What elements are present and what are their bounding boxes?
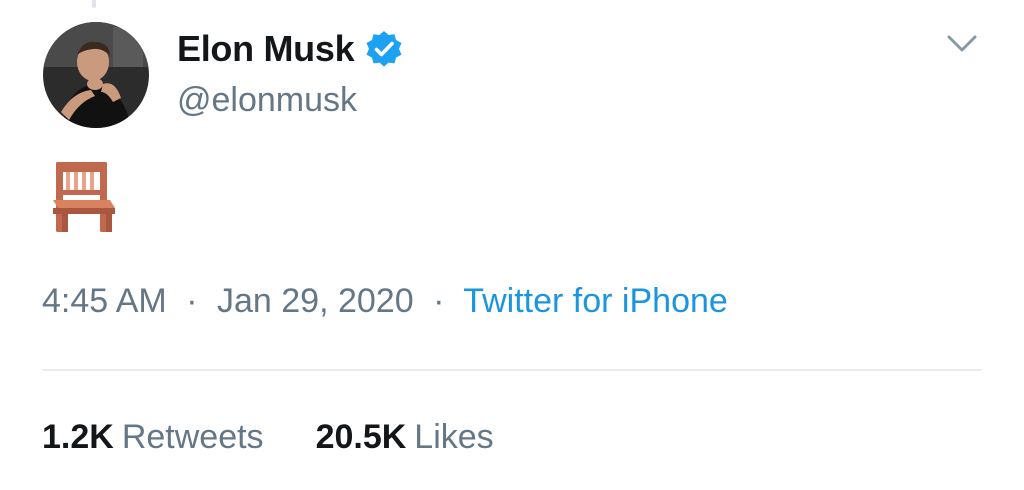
verified-badge-icon	[364, 29, 404, 69]
meta-separator: ·	[186, 282, 198, 320]
likes-stat[interactable]: 20.5K Likes	[316, 418, 494, 457]
retweets-count: 1.2K	[42, 418, 114, 456]
retweets-stat[interactable]: 1.2K Retweets	[42, 418, 264, 457]
meta-separator: ·	[433, 282, 445, 320]
tweet-stats: 1.2K Retweets 20.5K Likes	[42, 418, 494, 457]
chair-emoji-icon	[53, 162, 115, 232]
profile-photo-icon	[43, 22, 149, 128]
likes-label: Likes	[414, 418, 494, 456]
likes-count: 20.5K	[315, 418, 407, 456]
author-name-row[interactable]: Elon Musk	[177, 28, 404, 70]
thread-connector-line	[92, 0, 96, 8]
tweet-time[interactable]: 4:45 AM	[42, 282, 167, 320]
tweet-date[interactable]: Jan 29, 2020	[217, 282, 414, 320]
divider	[42, 369, 982, 371]
tweet-meta: 4:45 AM · Jan 29, 2020 · Twitter for iPh…	[42, 282, 728, 321]
tweet-source-link[interactable]: Twitter for iPhone	[463, 282, 728, 320]
retweets-label: Retweets	[121, 418, 264, 456]
author-display-name[interactable]: Elon Musk	[177, 28, 355, 70]
author-handle[interactable]: @elonmusk	[177, 81, 357, 120]
chevron-down-icon[interactable]	[945, 30, 979, 56]
avatar[interactable]	[43, 22, 149, 128]
tweet-content	[52, 156, 116, 232]
